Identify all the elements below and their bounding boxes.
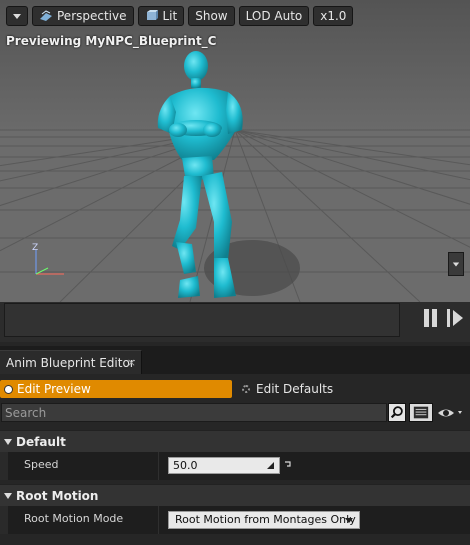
panel-empty-area bbox=[0, 534, 470, 545]
root-motion-mode-dropdown[interactable]: Root Motion from Montages Only bbox=[168, 511, 360, 529]
property-row-speed: Speed 50.0 bbox=[0, 452, 470, 480]
perspective-button[interactable]: Perspective bbox=[32, 6, 134, 26]
viewport-options-dropdown[interactable] bbox=[6, 6, 28, 26]
search-icon[interactable] bbox=[388, 403, 406, 422]
chevron-down-icon bbox=[4, 438, 12, 445]
edit-preview-label: Edit Preview bbox=[17, 382, 91, 396]
play-to-end-button[interactable] bbox=[446, 309, 464, 327]
reset-to-default-icon[interactable] bbox=[284, 460, 292, 468]
perspective-label: Perspective bbox=[57, 9, 127, 23]
details-search-row bbox=[0, 402, 470, 424]
preview-viewport[interactable]: Perspective Lit Show LOD Auto x1.0 Previ… bbox=[0, 0, 470, 302]
column-divider[interactable] bbox=[158, 452, 159, 480]
lit-button[interactable]: Lit bbox=[137, 6, 185, 26]
column-divider[interactable] bbox=[158, 506, 159, 534]
lit-label: Lit bbox=[162, 9, 178, 23]
speed-value: 50.0 bbox=[173, 459, 198, 472]
chevron-down-icon bbox=[13, 13, 21, 19]
show-button[interactable]: Show bbox=[188, 6, 235, 26]
axis-z-label: Z bbox=[32, 243, 38, 253]
edit-defaults-label: Edit Defaults bbox=[256, 382, 334, 396]
animation-timeline bbox=[0, 302, 470, 342]
tab-anim-blueprint-editor[interactable]: Anim Blueprint Editor × bbox=[0, 350, 142, 374]
step-end-icon bbox=[447, 309, 450, 327]
root-motion-mode-value: Root Motion from Montages Only bbox=[175, 513, 356, 526]
eye-icon[interactable] bbox=[436, 405, 466, 421]
gear-icon bbox=[242, 385, 250, 393]
camera-icon bbox=[40, 10, 52, 21]
category-label: Default bbox=[16, 434, 66, 449]
chevron-down-icon bbox=[345, 518, 353, 523]
speed-number-field[interactable]: 50.0 bbox=[168, 457, 280, 474]
property-row-root-motion-mode: Root Motion Mode Root Motion from Montag… bbox=[0, 506, 470, 534]
property-matrix-icon[interactable] bbox=[409, 403, 433, 422]
resize-grip-icon bbox=[267, 462, 274, 469]
edit-defaults-button[interactable]: Edit Defaults bbox=[240, 380, 470, 398]
axis-gizmo: Z bbox=[32, 243, 64, 275]
tab-label: Anim Blueprint Editor bbox=[6, 355, 135, 370]
show-label: Show bbox=[195, 9, 228, 23]
timeline-scrub-track[interactable] bbox=[4, 303, 400, 337]
category-root-motion[interactable]: Root Motion bbox=[0, 484, 470, 506]
viewport-toolbar: Perspective Lit Show LOD Auto x1.0 bbox=[6, 6, 354, 26]
lod-label: LOD Auto bbox=[245, 9, 303, 23]
edit-preview-button[interactable]: Edit Preview bbox=[0, 380, 232, 398]
viewport-expand-button[interactable] bbox=[448, 252, 464, 276]
close-icon[interactable]: × bbox=[127, 356, 136, 369]
preview-status-text: Previewing MyNPC_Blueprint_C bbox=[6, 34, 217, 48]
category-label: Root Motion bbox=[16, 488, 99, 503]
property-name: Root Motion Mode bbox=[24, 512, 124, 525]
panel-tab-bar: Anim Blueprint Editor × bbox=[0, 346, 470, 374]
chevron-down-icon bbox=[4, 492, 12, 499]
radio-selected-icon bbox=[4, 384, 13, 394]
pause-icon bbox=[424, 309, 429, 327]
playback-speed-button[interactable]: x1.0 bbox=[313, 6, 354, 26]
category-default[interactable]: Default bbox=[0, 430, 470, 452]
property-name: Speed bbox=[24, 458, 59, 471]
edit-mode-row: Edit Preview Edit Defaults bbox=[0, 378, 470, 400]
lod-button[interactable]: LOD Auto bbox=[238, 6, 310, 26]
playback-speed-label: x1.0 bbox=[320, 9, 347, 23]
details-search-input[interactable] bbox=[1, 403, 387, 422]
lit-mode-icon bbox=[146, 10, 158, 20]
chevron-down-icon bbox=[452, 262, 460, 266]
pause-button[interactable] bbox=[424, 309, 438, 327]
